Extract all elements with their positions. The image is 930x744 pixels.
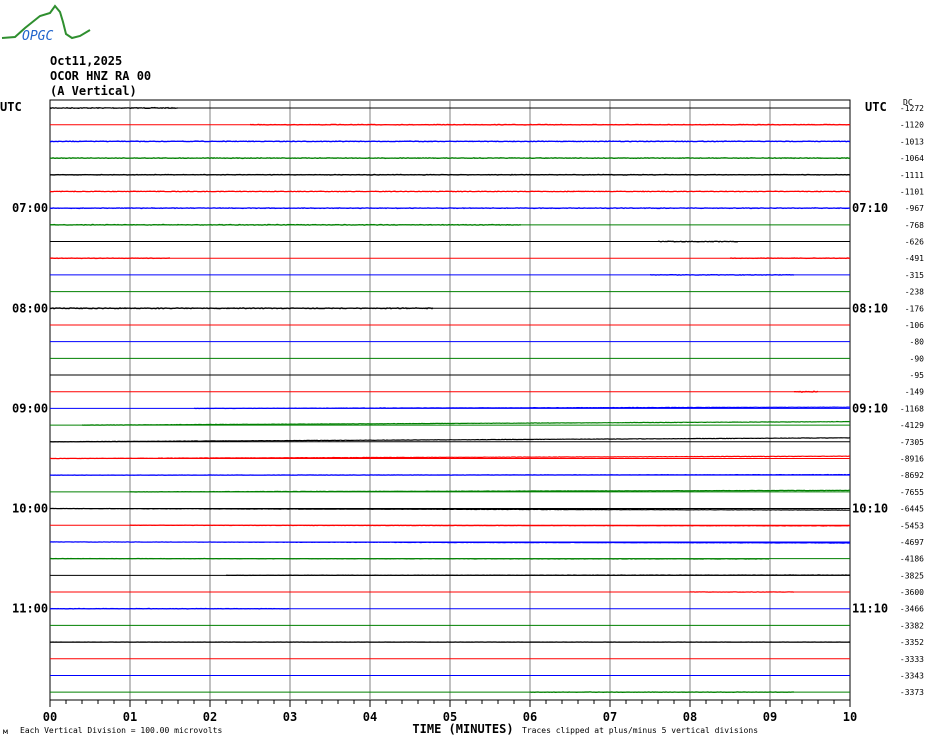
dc-offset-label: -1120 — [900, 121, 924, 130]
dc-offset-label: -4186 — [900, 555, 924, 564]
seismic-trace — [49, 223, 522, 226]
dc-offset-label: -3343 — [900, 671, 924, 680]
dc-offset-label: -176 — [905, 304, 924, 313]
seismic-trace — [129, 524, 850, 527]
right-time-label: 08:10 — [852, 301, 888, 315]
x-tick-label: 07 — [603, 710, 617, 724]
dc-offset-label: -8692 — [900, 471, 924, 480]
dc-offset-label: -3600 — [900, 588, 924, 597]
x-tick-label: 03 — [283, 710, 297, 724]
dc-offset-label: -90 — [910, 354, 925, 363]
left-time-label: 09:00 — [12, 401, 48, 415]
seismic-trace — [729, 257, 850, 260]
dc-offset-label: -4129 — [900, 421, 924, 430]
dc-offset-label: -491 — [905, 254, 924, 263]
dc-offset-label: -1101 — [900, 187, 924, 196]
dc-offset-label: -8916 — [900, 454, 924, 463]
dc-offset-label: -106 — [905, 321, 924, 330]
x-tick-label: 06 — [523, 710, 537, 724]
helicorder-plot: -1272-1120-1013-1064-1111-1101-967-768-6… — [0, 98, 925, 736]
seismic-trace — [49, 307, 434, 310]
dc-offset-label: -3382 — [900, 621, 924, 630]
x-tick-label: 10 — [843, 710, 857, 724]
dc-offset-label: -3466 — [900, 605, 924, 614]
dc-offset-label: -1064 — [900, 154, 924, 163]
dc-header: DC — [903, 98, 913, 107]
dc-offset-label: -3333 — [900, 655, 924, 664]
seismic-trace — [49, 557, 769, 560]
x-tick-label: 09 — [763, 710, 777, 724]
left-time-label: 10:00 — [12, 502, 48, 516]
dc-offset-label: -1111 — [900, 171, 924, 180]
dc-offset-label: -6445 — [900, 505, 924, 514]
right-time-label: 09:10 — [852, 401, 888, 415]
left-utc-header: UTC — [0, 100, 22, 114]
dc-offset-label: -238 — [905, 288, 924, 297]
dc-offset-label: -1168 — [900, 404, 924, 413]
right-time-label: 07:10 — [852, 201, 888, 215]
right-time-label: 11:10 — [852, 602, 888, 616]
dc-offset-label: -95 — [910, 371, 925, 380]
dc-offset-label: -3373 — [900, 688, 924, 697]
x-tick-label: 04 — [363, 710, 377, 724]
x-tick-label: 02 — [203, 710, 217, 724]
x-tick-label: 00 — [43, 710, 57, 724]
footnote-clipping: Traces clipped at plus/minus 5 vertical … — [522, 726, 758, 735]
dc-offset-label: -626 — [905, 238, 924, 247]
dc-offset-label: -7305 — [900, 438, 924, 447]
dc-offset-label: -4697 — [900, 538, 924, 547]
dc-offset-label: -3352 — [900, 638, 924, 647]
dc-offset-label: -1013 — [900, 137, 924, 146]
seismic-trace — [250, 123, 851, 126]
seismic-trace — [225, 574, 851, 577]
dc-offset-label: -3825 — [900, 571, 924, 580]
footnote-scale: Each Vertical Division = 100.00 microvol… — [20, 726, 222, 735]
corner-mark: м — [3, 727, 8, 736]
x-tick-label: 08 — [683, 710, 697, 724]
seismic-trace — [49, 607, 290, 610]
left-time-label: 11:00 — [12, 602, 48, 616]
x-tick-label: 01 — [123, 710, 137, 724]
seismic-trace — [49, 473, 851, 476]
dc-offset-label: -315 — [905, 271, 924, 280]
right-time-label: 10:10 — [852, 502, 888, 516]
dc-offset-label: -7655 — [900, 488, 924, 497]
left-time-label: 08:00 — [12, 301, 48, 315]
seismic-trace — [49, 190, 851, 193]
seismic-trace — [49, 156, 851, 160]
seismic-trace — [650, 273, 795, 276]
x-axis-label: TIME (MINUTES) — [412, 722, 513, 736]
right-utc-header: UTC — [865, 100, 887, 114]
dc-offset-label: -80 — [910, 338, 925, 347]
dc-offset-label: -149 — [905, 388, 924, 397]
dc-offset-label: -967 — [905, 204, 924, 213]
left-time-label: 07:00 — [12, 201, 48, 215]
seismic-trace — [529, 691, 794, 694]
dc-offset-label: -768 — [905, 221, 924, 230]
seismic-trace — [49, 173, 851, 176]
seismic-trace — [49, 257, 170, 260]
dc-offset-label: -5453 — [900, 521, 924, 530]
